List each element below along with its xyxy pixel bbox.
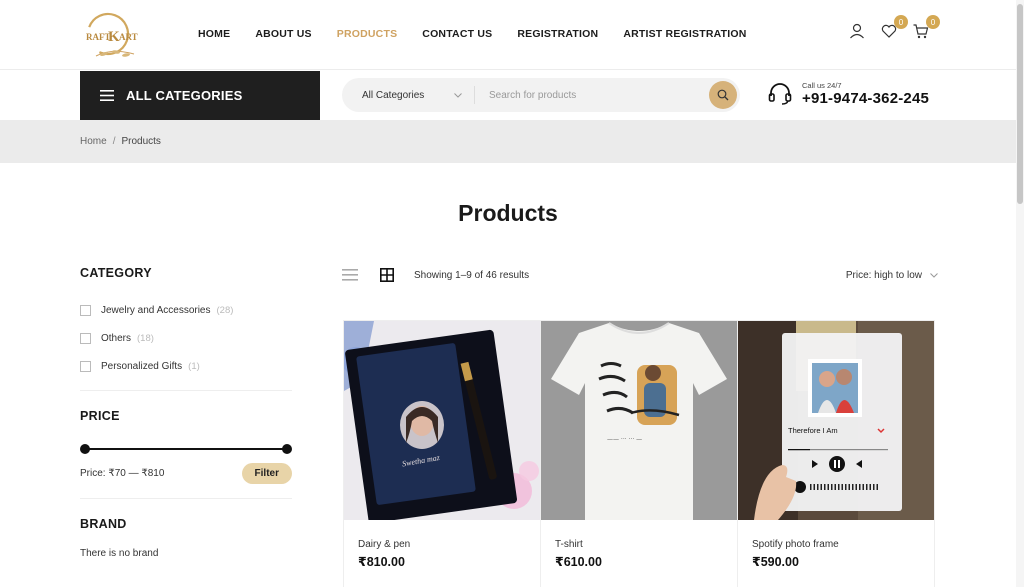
page: RAFT K ART HOME ABOUT US PRODUCTS CONTAC…	[0, 0, 1024, 587]
heart-icon[interactable]: 0	[880, 15, 908, 40]
category-checkbox[interactable]	[80, 360, 91, 372]
product-name[interactable]: Dairy & pen	[358, 539, 526, 550]
product-price: ₹610.00	[555, 555, 602, 569]
all-categories-button[interactable]: ALL CATEGORIES	[80, 71, 320, 120]
category-label: Others	[101, 332, 132, 344]
brand-heading: BRAND	[80, 517, 127, 531]
user-icon[interactable]	[848, 22, 866, 40]
nav-home[interactable]: HOME	[198, 28, 230, 40]
nav-artist-registration[interactable]: ARTIST REGISTRATION	[623, 28, 746, 40]
breadcrumb-current: Products	[121, 136, 161, 147]
svg-text:—— ··· ··· —: —— ··· ··· —	[607, 436, 642, 443]
filter-sidebar: CATEGORY Jewelry and Accessories (28) Ot…	[80, 266, 292, 559]
price-slider-max-handle[interactable]	[282, 444, 292, 454]
category-label: Jewelry and Accessories	[101, 304, 211, 316]
menu-icon	[100, 90, 114, 101]
site-logo[interactable]: RAFT K ART	[82, 10, 144, 62]
divider	[80, 390, 292, 391]
price-heading: PRICE	[80, 409, 120, 423]
category-checkbox[interactable]	[80, 332, 91, 344]
product-card[interactable]: Therefore I Am Spotify photo frame ₹590.	[737, 320, 935, 587]
product-price: ₹590.00	[752, 555, 799, 569]
category-count: (1)	[188, 360, 200, 372]
product-name[interactable]: Spotify photo frame	[752, 539, 920, 550]
divider	[80, 498, 292, 499]
chevron-down-icon	[930, 272, 938, 278]
cart-icon[interactable]: 0	[912, 15, 940, 40]
category-heading: CATEGORY	[80, 266, 152, 280]
cart-badge: 0	[926, 15, 940, 29]
category-list: Jewelry and Accessories (28) Others (18)…	[80, 296, 292, 380]
product-image[interactable]: Swetha maz	[344, 321, 540, 520]
sort-dropdown[interactable]: Price: high to low	[846, 270, 938, 281]
sort-value: Price: high to low	[845, 269, 922, 281]
category-select-value: All Categories	[362, 89, 425, 101]
price-slider-min-handle[interactable]	[80, 444, 90, 454]
nav-products[interactable]: PRODUCTS	[337, 28, 398, 40]
product-toolbar: Showing 1–9 of 46 results Price: high to…	[342, 265, 938, 285]
filter-button[interactable]: Filter	[241, 463, 292, 484]
header-icons: 0 0	[848, 15, 940, 40]
category-label: Personalized Gifts	[101, 360, 183, 372]
svg-text:RAFT: RAFT	[86, 32, 111, 42]
product-price: ₹810.00	[358, 555, 405, 569]
product-image[interactable]: —— ··· ··· —	[541, 321, 737, 520]
all-categories-label: ALL CATEGORIES	[126, 88, 243, 103]
product-grid: Swetha maz Dairy & pen ₹810.00 —— ··· ··…	[343, 320, 935, 587]
call-us: Call us 24/7 +91-9474-362-245	[767, 81, 929, 107]
nav-registration[interactable]: REGISTRATION	[517, 28, 598, 40]
nav-contact-us[interactable]: CONTACT US	[422, 28, 492, 40]
breadcrumb-separator: /	[112, 136, 116, 147]
search-input[interactable]	[475, 89, 695, 101]
phone-number[interactable]: +91-9474-362-245	[802, 90, 929, 107]
category-count: (18)	[137, 332, 154, 344]
search-button[interactable]	[709, 81, 737, 109]
category-checkbox[interactable]	[80, 304, 91, 316]
product-image[interactable]: Therefore I Am	[738, 321, 934, 520]
svg-text:Therefore I Am: Therefore I Am	[788, 426, 838, 435]
list-view-icon[interactable]	[342, 268, 358, 282]
search-icon	[717, 89, 729, 101]
product-card[interactable]: Swetha maz Dairy & pen ₹810.00	[343, 320, 541, 587]
headset-icon	[768, 83, 792, 105]
category-item[interactable]: Jewelry and Accessories (28)	[80, 296, 292, 324]
grid-view-icon[interactable]	[380, 268, 394, 282]
category-item[interactable]: Personalized Gifts (1)	[80, 352, 292, 380]
category-count: (28)	[216, 304, 234, 316]
breadcrumb-home[interactable]: Home	[80, 136, 107, 147]
nav-about-us[interactable]: ABOUT US	[255, 28, 311, 40]
result-count: Showing 1–9 of 46 results	[414, 269, 530, 281]
site-header: RAFT K ART HOME ABOUT US PRODUCTS CONTAC…	[0, 0, 1016, 70]
chevron-down-icon	[454, 92, 462, 98]
price-range-text: Price: ₹70 — ₹810	[80, 468, 165, 479]
breadcrumb-bar: Home / Products	[0, 120, 1016, 163]
category-item[interactable]: Others (18)	[80, 324, 292, 352]
page-title: Products	[458, 200, 558, 226]
product-card[interactable]: —— ··· ··· — T-shirt ₹610.00	[540, 320, 738, 587]
main-nav: HOME ABOUT US PRODUCTS CONTACT US REGIST…	[198, 28, 772, 40]
search-bar: All Categories	[342, 78, 740, 112]
breadcrumb: Home / Products	[80, 136, 161, 147]
price-slider-track	[84, 448, 288, 450]
category-select[interactable]: All Categories	[342, 86, 475, 104]
wishlist-badge: 0	[894, 15, 908, 29]
call-caption: Call us 24/7	[802, 81, 842, 90]
svg-text:ART: ART	[119, 32, 138, 42]
brand-empty-text: There is no brand	[80, 548, 159, 559]
product-name[interactable]: T-shirt	[555, 539, 723, 550]
price-slider[interactable]	[80, 441, 292, 457]
scrollbar-thumb[interactable]	[1017, 4, 1023, 204]
page-scrollbar[interactable]	[1016, 0, 1024, 587]
